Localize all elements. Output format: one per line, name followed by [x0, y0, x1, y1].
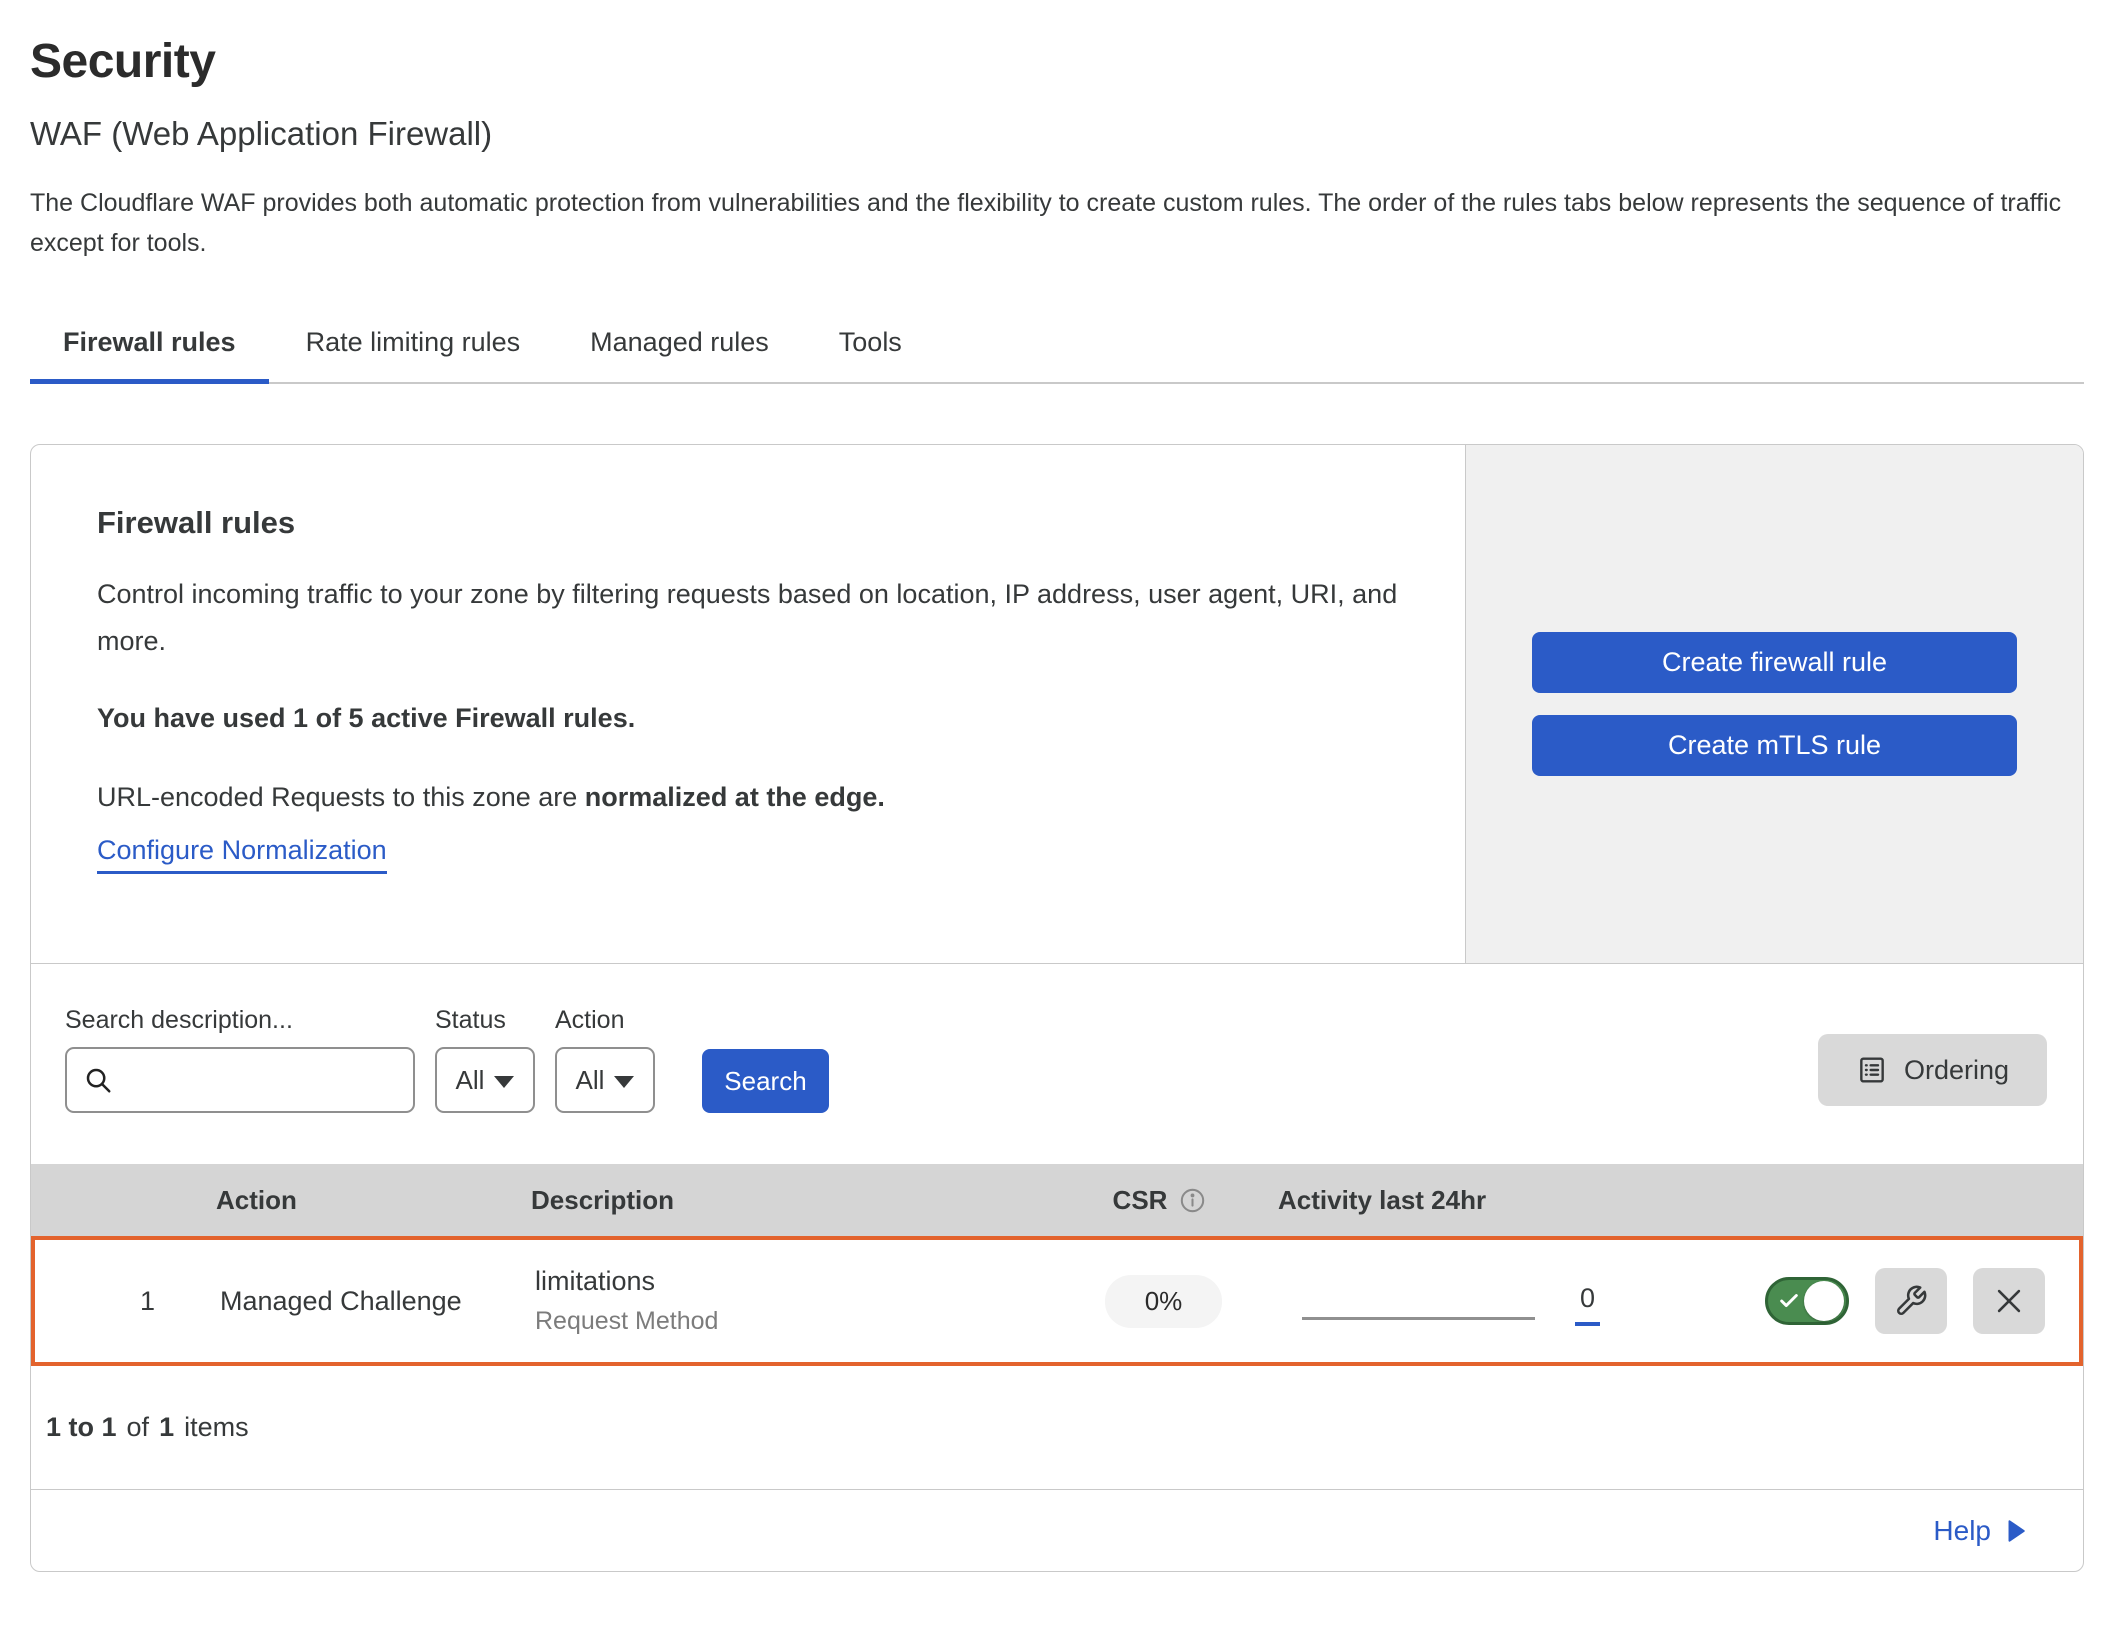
help-link[interactable]: Help [1933, 1515, 2027, 1547]
tab-rate-limiting-rules[interactable]: Rate limiting rules [273, 313, 554, 382]
filter-bar: Search description... Status All Action [31, 964, 2083, 1164]
firewall-rules-summary-text: Firewall rules Control incoming traffic … [31, 445, 1465, 963]
rule-description-cell: limitations Request Method [535, 1266, 1075, 1336]
tab-managed-rules[interactable]: Managed rules [557, 313, 802, 382]
tab-firewall-rules[interactable]: Firewall rules [30, 313, 269, 382]
action-dropdown[interactable]: All [555, 1047, 655, 1113]
ordering-button[interactable]: Ordering [1818, 1034, 2047, 1106]
search-group: Search description... [65, 1006, 415, 1113]
waf-tab-bar: Firewall rules Rate limiting rules Manag… [30, 313, 2084, 384]
wrench-icon [1894, 1284, 1928, 1318]
tab-tools[interactable]: Tools [806, 313, 935, 382]
action-label: Action [555, 1006, 655, 1035]
column-header-csr: CSR [1071, 1185, 1248, 1216]
search-label: Search description... [65, 1006, 415, 1035]
firewall-rules-summary-section: Firewall rules Control incoming traffic … [31, 445, 2083, 964]
rule-enabled-toggle[interactable] [1765, 1277, 1849, 1325]
status-label: Status [435, 1006, 535, 1035]
chevron-down-icon [614, 1076, 634, 1088]
edit-rule-button[interactable] [1875, 1268, 1947, 1334]
ordering-button-label: Ordering [1904, 1055, 2009, 1086]
column-header-action: Action [216, 1185, 531, 1216]
rule-controls-cell [1630, 1268, 2079, 1334]
csr-badge: 0% [1105, 1275, 1223, 1328]
close-icon [1992, 1284, 2026, 1318]
pagination-of: of [127, 1412, 150, 1443]
security-waf-page: Security WAF (Web Application Firewall) … [0, 0, 2114, 1572]
rule-action-cell: Managed Challenge [220, 1286, 535, 1317]
check-icon [1778, 1290, 1800, 1312]
search-input-container[interactable] [65, 1047, 415, 1113]
rule-expression-summary: Request Method [535, 1307, 1075, 1336]
toggle-knob [1804, 1281, 1844, 1321]
status-dropdown-value: All [456, 1065, 485, 1096]
firewall-rule-row[interactable]: 1 Managed Challenge limitations Request … [31, 1236, 2083, 1366]
pagination-total: 1 [159, 1412, 174, 1443]
create-firewall-rule-button[interactable]: Create firewall rule [1532, 632, 2017, 693]
configure-normalization-link[interactable]: Configure Normalization [97, 835, 387, 874]
pagination-summary: 1 to 1 of 1 items [31, 1366, 2083, 1489]
column-header-activity: Activity last 24hr [1248, 1185, 1626, 1216]
usage-text: You have used 1 of 5 active Firewall rul… [97, 703, 1425, 734]
rule-activity-cell: 0 [1252, 1277, 1630, 1326]
action-dropdown-value: All [576, 1065, 605, 1096]
info-icon[interactable] [1179, 1187, 1206, 1214]
column-header-description: Description [531, 1185, 1071, 1216]
status-dropdown[interactable]: All [435, 1047, 535, 1113]
activity-sparkline [1302, 1317, 1535, 1320]
panel-description: Control incoming traffic to your zone by… [97, 571, 1407, 665]
rule-csr-cell: 0% [1075, 1275, 1252, 1328]
table-header-row: Action Description CSR Activity last 24h… [31, 1164, 2083, 1236]
pagination-items: items [184, 1412, 249, 1443]
create-mtls-rule-button[interactable]: Create mTLS rule [1532, 715, 2017, 776]
status-filter-group: Status All [435, 1006, 535, 1113]
rule-priority-number: 1 [35, 1286, 220, 1317]
page-title: Security [30, 34, 2084, 89]
pagination-range: 1 to 1 [46, 1412, 117, 1443]
page-description: The Cloudflare WAF provides both automat… [30, 183, 2070, 263]
help-row: Help [31, 1489, 2083, 1571]
page-subtitle: WAF (Web Application Firewall) [30, 115, 2084, 153]
help-link-label: Help [1933, 1515, 1991, 1547]
action-filter-group: Action All [555, 1006, 655, 1113]
search-input[interactable] [125, 1064, 397, 1097]
panel-heading: Firewall rules [97, 505, 1425, 541]
firewall-rules-card: Firewall rules Control incoming traffic … [30, 444, 2084, 1572]
url-note-bold: normalized at the edge. [585, 782, 885, 812]
create-rule-panel: Create firewall rule Create mTLS rule [1465, 445, 2083, 963]
list-icon [1856, 1054, 1888, 1086]
delete-rule-button[interactable] [1973, 1268, 2045, 1334]
search-icon [83, 1065, 113, 1095]
activity-count-link[interactable]: 0 [1575, 1283, 1600, 1326]
chevron-down-icon [494, 1076, 514, 1088]
url-note-prefix: URL-encoded Requests to this zone are [97, 782, 585, 812]
url-normalization-note: URL-encoded Requests to this zone are no… [97, 782, 1425, 813]
search-button[interactable]: Search [702, 1049, 829, 1113]
arrow-right-icon [2005, 1518, 2027, 1544]
csr-header-label: CSR [1113, 1185, 1168, 1216]
rule-description: limitations [535, 1266, 1075, 1297]
